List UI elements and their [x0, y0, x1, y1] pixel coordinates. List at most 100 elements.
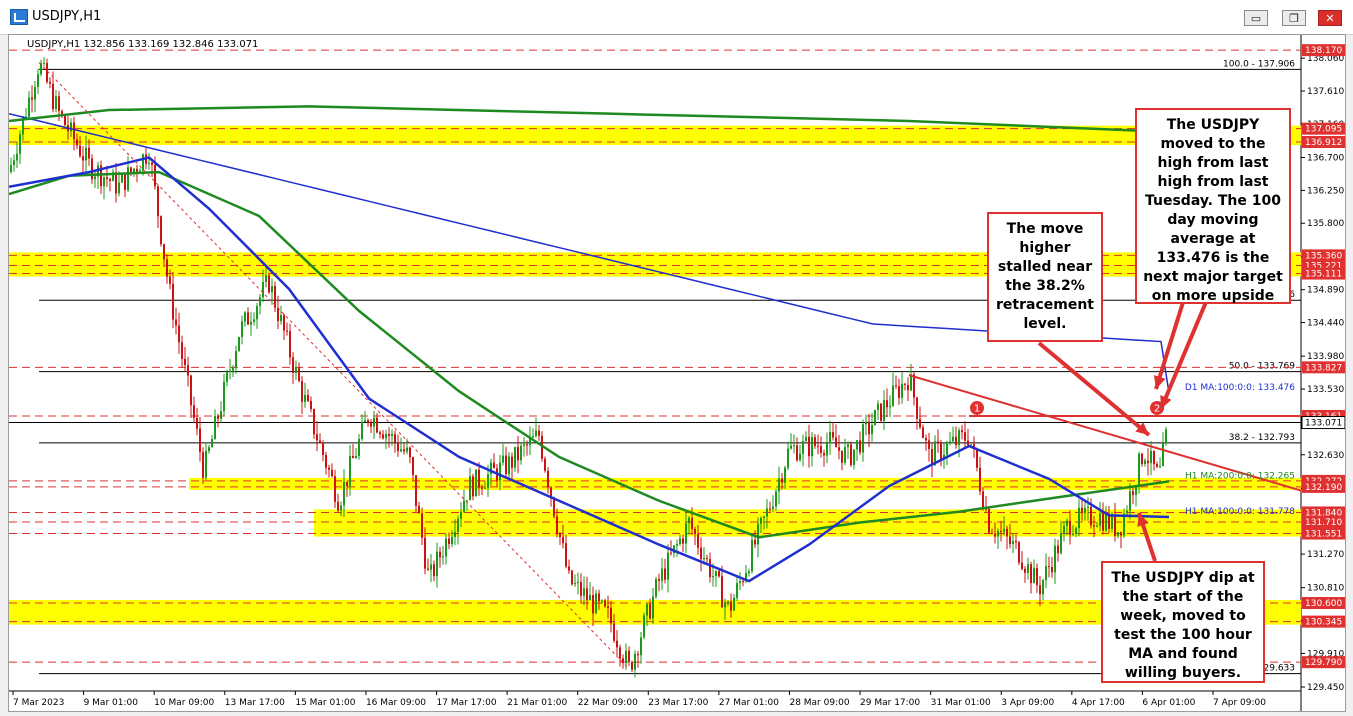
candle-body: [157, 186, 159, 217]
time-axis-label: 16 Mar 09:00: [366, 698, 426, 708]
candle-body: [1069, 520, 1071, 535]
candle-body: [994, 533, 996, 537]
candle-body: [319, 440, 321, 443]
candle-body: [193, 405, 195, 418]
candle-body: [346, 481, 348, 486]
candle-body: [139, 170, 141, 172]
candle-body: [991, 532, 993, 534]
candle-body: [793, 445, 795, 447]
price-axis-label: 132.630: [1307, 451, 1344, 461]
candle-body: [538, 430, 540, 436]
candle-body: [232, 367, 234, 371]
candle-body: [607, 606, 609, 608]
swing-marker-label: 2: [1154, 403, 1160, 414]
candle-body: [214, 416, 216, 440]
candle-body: [655, 579, 657, 597]
time-axis-label: 29 Mar 17:00: [860, 698, 920, 708]
candle-body: [1120, 532, 1122, 536]
candle-body: [697, 534, 699, 548]
close-button[interactable]: ✕: [1318, 10, 1342, 26]
candle-body: [451, 536, 453, 545]
price-level-tag-label: 131.710: [1305, 518, 1342, 528]
candle-body: [454, 532, 456, 537]
candle-body: [514, 446, 516, 468]
candle-body: [712, 576, 714, 578]
candle-body: [337, 501, 339, 511]
candle-body: [601, 600, 603, 602]
chart-area[interactable]: 100.0 - 137.90661.8 - 134.74650.0 - 133.…: [8, 34, 1346, 712]
candle-body: [37, 74, 39, 87]
price-axis-label: 136.250: [1307, 186, 1344, 196]
candle-body: [676, 544, 678, 546]
candle-body: [871, 425, 873, 435]
candle-body: [1018, 542, 1020, 563]
price-level-tag-label: 132.190: [1305, 483, 1342, 493]
restore-button[interactable]: ❐: [1282, 10, 1306, 26]
candle-body: [883, 400, 885, 421]
candle-body: [325, 454, 327, 468]
candle-body: [1159, 466, 1161, 468]
candle-body: [658, 579, 660, 581]
candle-body: [802, 441, 804, 454]
candle-body: [1048, 566, 1050, 568]
candle-body: [442, 556, 444, 558]
candle-body: [742, 581, 744, 583]
candle-body: [427, 568, 429, 570]
candle-body: [1045, 566, 1047, 581]
candle-body: [487, 474, 489, 488]
candle-body: [808, 436, 810, 457]
candle-body: [574, 583, 576, 585]
time-axis-label: 9 Mar 01:00: [84, 698, 139, 708]
candle-body: [598, 593, 600, 602]
candle-body: [955, 436, 957, 446]
candle-body: [691, 517, 693, 530]
candle-body: [133, 168, 135, 173]
candle-body: [196, 417, 198, 429]
candle-body: [511, 456, 513, 468]
candle-body: [595, 593, 597, 614]
candle-body: [403, 449, 405, 452]
time-axis-label: 7 Mar 2023: [13, 698, 64, 708]
candle-body: [829, 431, 831, 444]
candle-body: [424, 537, 426, 569]
candle-body: [142, 154, 144, 171]
ma-value-label: H1 MA:200:0:0: 132.265: [1185, 471, 1295, 481]
candle-body: [283, 315, 285, 331]
candle-body: [916, 397, 918, 419]
candle-body: [418, 505, 420, 514]
time-axis-label: 7 Apr 09:00: [1213, 698, 1266, 708]
candle-body: [130, 167, 132, 173]
candle-body: [265, 275, 267, 282]
candle-body: [121, 174, 123, 183]
candle-body: [448, 538, 450, 545]
candle-body: [1165, 429, 1167, 444]
candle-body: [1000, 531, 1002, 533]
minimize-button[interactable]: ▭: [1244, 10, 1268, 26]
candle-body: [58, 96, 60, 112]
candle-body: [694, 529, 696, 535]
price-level-tag-label: 136.912: [1305, 138, 1342, 148]
candle-body: [877, 403, 879, 411]
candle-body: [331, 469, 333, 477]
price-axis-label: 137.610: [1307, 87, 1344, 97]
candle-body: [211, 439, 213, 448]
candle-body: [979, 467, 981, 492]
candle-body: [40, 63, 42, 75]
candle-body: [844, 447, 846, 463]
candle-body: [853, 449, 855, 465]
candle-body: [55, 96, 57, 110]
candle-body: [763, 516, 765, 518]
candle-body: [220, 410, 222, 419]
candle-body: [523, 444, 525, 446]
candle-body: [706, 558, 708, 560]
candle-body: [856, 440, 858, 450]
candle-body: [298, 367, 300, 382]
candle-body: [700, 547, 702, 560]
candle-body: [1156, 464, 1158, 467]
support-resistance-zone: [314, 509, 1301, 537]
candle-body: [811, 437, 813, 457]
candle-body: [649, 604, 651, 619]
candle-body: [1036, 568, 1038, 586]
candle-body: [295, 367, 297, 374]
candle-body: [892, 385, 894, 406]
